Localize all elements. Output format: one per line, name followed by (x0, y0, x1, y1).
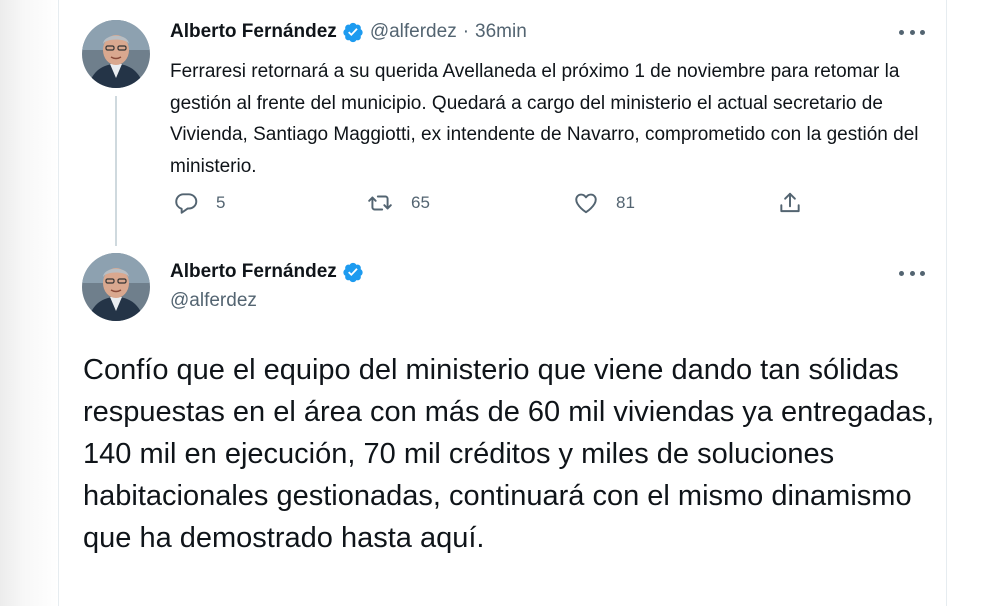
handle[interactable]: @alferdez (170, 290, 257, 312)
verified-badge-icon (342, 21, 364, 43)
display-name[interactable]: Alberto Fernández (170, 261, 337, 283)
retweet-icon (366, 190, 394, 216)
handle[interactable]: @alferdez (370, 21, 457, 43)
reply-count: 5 (216, 193, 226, 212)
page-left-margin (0, 0, 58, 606)
page-right-margin (947, 0, 992, 606)
avatar[interactable] (82, 20, 150, 88)
timeline-border-left (58, 0, 59, 606)
retweet-button[interactable]: 65 (366, 190, 430, 216)
more-options-icon[interactable] (899, 27, 925, 37)
like-button[interactable]: 81 (573, 190, 635, 216)
reply-icon (173, 190, 199, 216)
timestamp[interactable]: 36min (475, 21, 527, 43)
retweet-count: 65 (411, 193, 430, 212)
share-icon (777, 190, 803, 216)
share-button[interactable] (777, 190, 803, 216)
tweet-text: Confío que el equipo del ministerio que … (83, 354, 935, 554)
like-icon (573, 190, 599, 216)
thread-connector-line (115, 96, 117, 246)
like-count: 81 (616, 193, 635, 212)
tweet-header: Alberto Fernández @alferdez · 36min (170, 21, 527, 43)
tweet-text: Ferraresi retornará a su querida Avellan… (170, 61, 919, 177)
display-name[interactable]: Alberto Fernández (170, 21, 337, 43)
tweet-actions: 5 65 81 (170, 190, 820, 218)
separator: · (462, 21, 470, 42)
more-options-icon[interactable] (899, 268, 925, 278)
tweet-header: Alberto Fernández (170, 261, 364, 283)
reply-button[interactable]: 5 (173, 190, 225, 216)
avatar[interactable] (82, 253, 150, 321)
verified-badge-icon (342, 261, 364, 283)
